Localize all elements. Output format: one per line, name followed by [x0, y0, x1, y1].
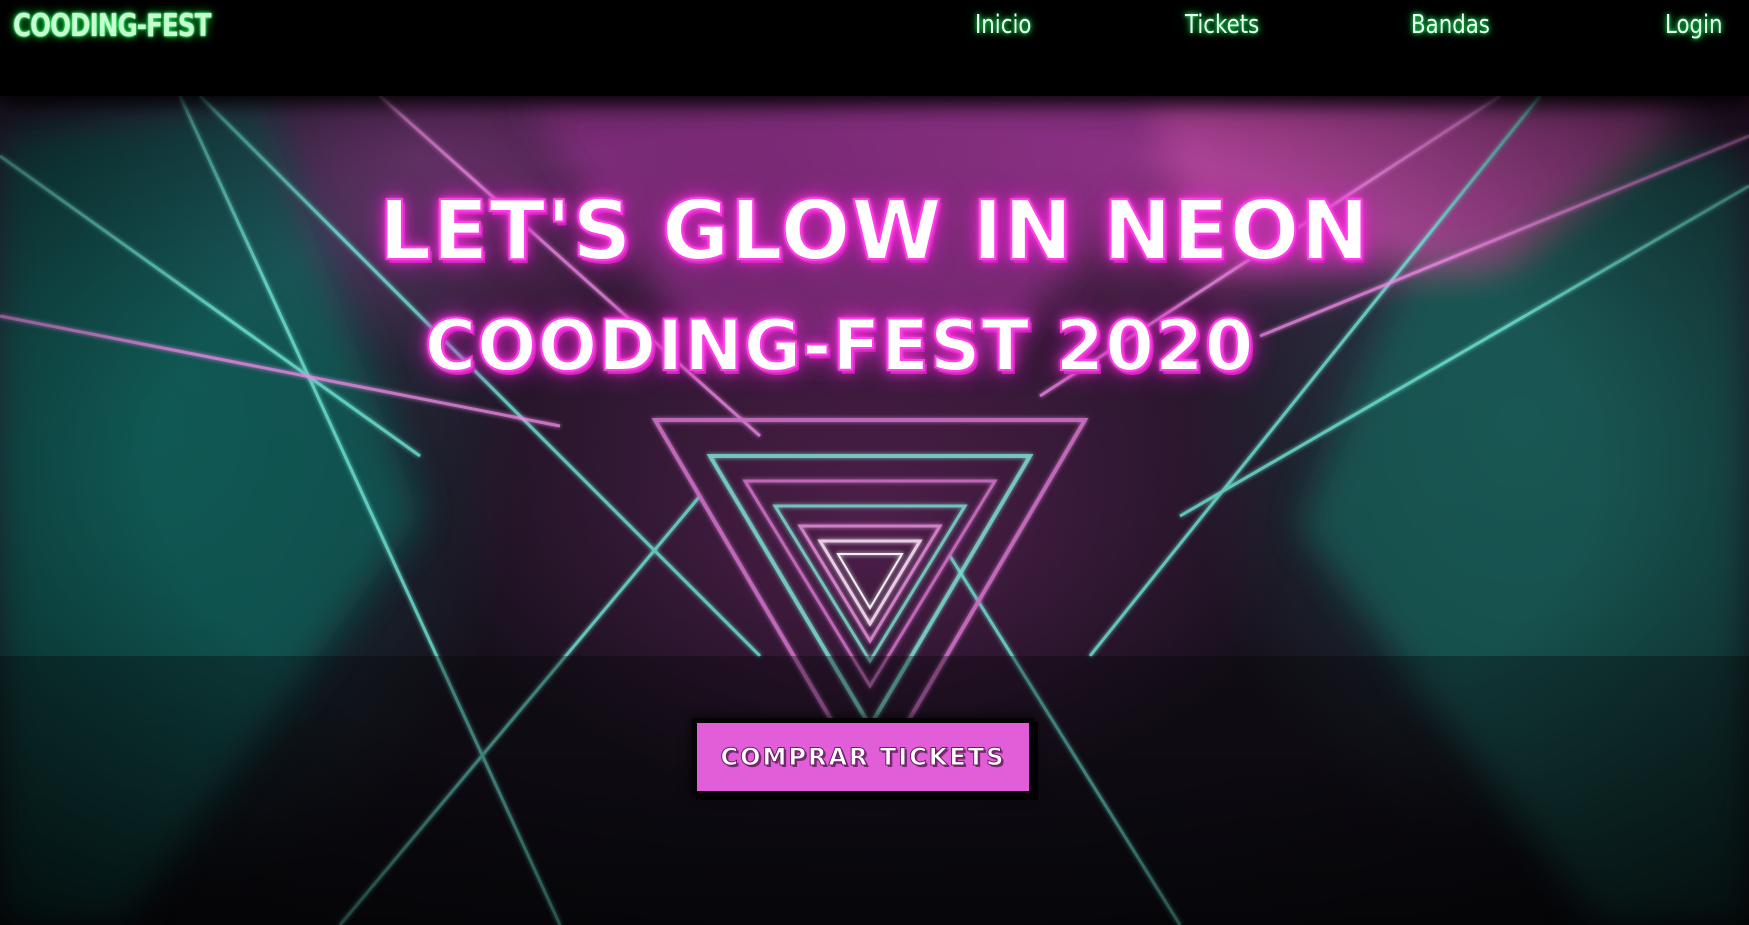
hero-headline: LET'S GLOW IN NEON [378, 184, 1370, 279]
nav-link-inicio[interactable]: Inicio [975, 10, 1031, 40]
hero-section: LET'S GLOW IN NEON COODING-FEST 2020 [0, 96, 1749, 925]
buy-tickets-button[interactable]: COMPRAR TICKETS [692, 718, 1034, 796]
brand-logo[interactable]: COODING-FEST [13, 8, 211, 44]
hero-subheadline: COODING-FEST 2020 [424, 305, 1255, 387]
nav-link-tickets[interactable]: Tickets [1185, 10, 1259, 40]
top-navbar: COODING-FEST Inicio Tickets Bandas Login [0, 0, 1749, 96]
nav-link-login[interactable]: Login [1665, 10, 1723, 40]
nav-link-bandas[interactable]: Bandas [1411, 10, 1490, 40]
page: COODING-FEST Inicio Tickets Bandas Login [0, 0, 1749, 925]
